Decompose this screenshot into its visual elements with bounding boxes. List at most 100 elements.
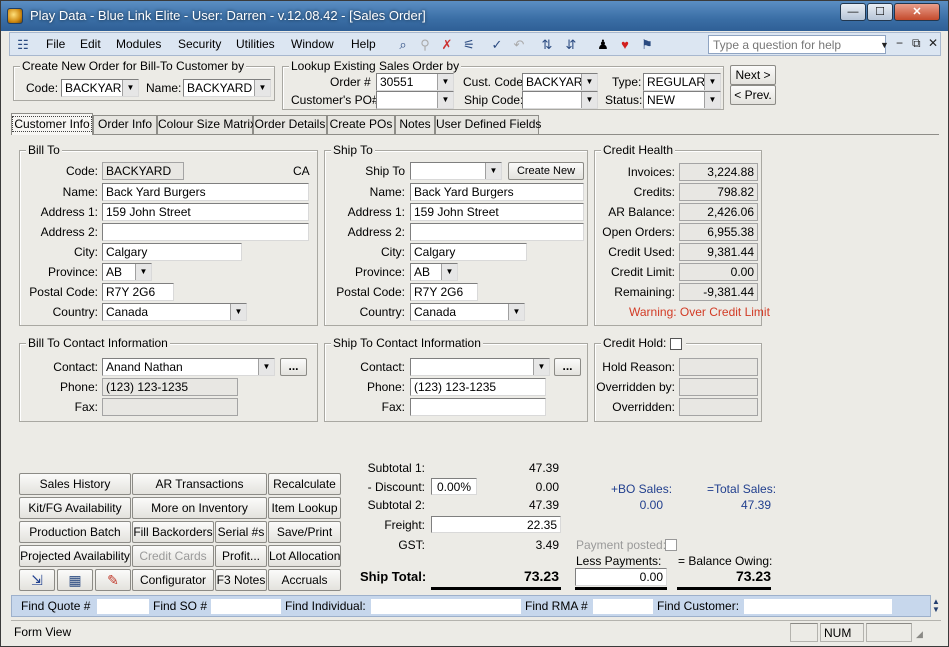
ship-contact-more-button[interactable]: ... xyxy=(554,358,581,376)
sort-filter-icon[interactable]: ⚟ xyxy=(460,36,478,54)
ship-phone-field[interactable]: (123) 123-1235 xyxy=(410,378,546,396)
help-dropdown-icon[interactable]: ▼ xyxy=(880,40,889,50)
create-new-ship-to-button[interactable]: Create New xyxy=(508,162,584,180)
title-bar[interactable]: Play Data - Blue Link Elite - User: Darr… xyxy=(1,1,948,31)
ship-fax-field[interactable] xyxy=(410,398,546,416)
bill-name-field[interactable]: Back Yard Burgers xyxy=(102,183,309,201)
delete-edit-icon[interactable]: ✎ xyxy=(95,569,131,591)
ship-address2-field[interactable] xyxy=(410,223,584,241)
find-customer-input[interactable] xyxy=(743,598,893,615)
credit-cards-button[interactable]: Credit Cards xyxy=(132,545,214,567)
ship-postal-field[interactable]: R7Y 2G6 xyxy=(410,283,478,301)
form-icon[interactable]: ☷ xyxy=(14,36,32,54)
chevron-down-icon[interactable]: ▼ xyxy=(258,359,274,375)
sort-ascending-icon[interactable]: ⇅ xyxy=(538,36,556,54)
menu-help[interactable]: Help xyxy=(351,37,376,51)
order-number-select[interactable]: 30551 ▼ xyxy=(376,73,454,91)
person-icon[interactable]: ♟ xyxy=(594,36,612,54)
ship-to-select[interactable]: ▼ xyxy=(410,162,502,180)
ship-city-field[interactable]: Calgary xyxy=(410,243,527,261)
tab-customer-info[interactable]: Customer Info xyxy=(11,113,93,135)
projected-availability-button[interactable]: Projected Availability xyxy=(19,545,131,567)
find-rma-input[interactable] xyxy=(592,598,654,615)
menu-security[interactable]: Security xyxy=(178,37,221,51)
bill-country-select[interactable]: Canada ▼ xyxy=(102,303,247,321)
kit-fg-availability-button[interactable]: Kit/FG Availability xyxy=(19,497,131,519)
discount-percent-field[interactable]: 0.00% xyxy=(431,478,477,495)
undo-icon[interactable]: ↶ xyxy=(510,36,528,54)
tab-order-details[interactable]: Order Details xyxy=(253,115,327,134)
chevron-down-icon[interactable]: ▼ xyxy=(704,92,720,108)
create-name-select[interactable]: BACKYARD ▼ xyxy=(183,79,271,97)
tab-user-defined-fields[interactable]: User Defined Fields xyxy=(435,115,541,134)
sales-history-button[interactable]: Sales History xyxy=(19,473,131,495)
cust-code-select[interactable]: BACKYARD ▼ xyxy=(522,73,598,91)
chevron-down-icon[interactable]: ▼ xyxy=(122,80,138,96)
ship-code-select[interactable]: ▼ xyxy=(522,91,598,109)
find-quote-input[interactable] xyxy=(96,598,150,615)
ship-province-select[interactable]: AB ▼ xyxy=(410,263,458,281)
production-batch-button[interactable]: Production Batch xyxy=(19,521,131,543)
binoculars-icon[interactable]: ⌕ xyxy=(394,36,412,54)
ship-contact-select[interactable]: ▼ xyxy=(410,358,550,376)
tab-order-info[interactable]: Order Info xyxy=(93,115,157,134)
exit-door-icon[interactable]: ⇲ xyxy=(19,569,55,591)
ship-country-select[interactable]: Canada ▼ xyxy=(410,303,525,321)
recalculate-button[interactable]: Recalculate xyxy=(268,473,341,495)
mdi-restore-button[interactable]: ⧉ xyxy=(912,36,921,51)
chevron-down-icon[interactable]: ▼ xyxy=(485,163,501,179)
new-grid-icon[interactable]: ▦ xyxy=(57,569,93,591)
chevron-down-icon[interactable]: ▼ xyxy=(704,74,720,90)
bill-city-field[interactable]: Calgary xyxy=(102,243,242,261)
chevron-down-icon[interactable]: ▼ xyxy=(254,80,270,96)
freight-field[interactable]: 22.35 xyxy=(431,516,561,533)
ar-transactions-button[interactable]: AR Transactions xyxy=(132,473,267,495)
bill-province-select[interactable]: AB ▼ xyxy=(102,263,152,281)
spellcheck-icon[interactable]: ✓ xyxy=(488,36,506,54)
less-payments-field[interactable]: 0.00 xyxy=(575,568,667,586)
help-search-input[interactable]: Type a question for help xyxy=(708,35,886,54)
ship-address1-field[interactable]: 159 John Street xyxy=(410,203,584,221)
bill-address2-field[interactable] xyxy=(102,223,309,241)
chevron-down-icon[interactable]: ▼ xyxy=(533,359,549,375)
menu-window[interactable]: Window xyxy=(291,37,334,51)
chevron-down-icon[interactable]: ▼ xyxy=(437,92,453,108)
bill-postal-field[interactable]: R7Y 2G6 xyxy=(102,283,174,301)
menu-utilities[interactable]: Utilities xyxy=(236,37,275,51)
tab-create-pos[interactable]: Create POs xyxy=(327,115,395,134)
tab-notes[interactable]: Notes xyxy=(395,115,435,134)
find-individual-input[interactable] xyxy=(370,598,522,615)
menu-file[interactable]: File xyxy=(46,37,65,51)
next-button[interactable]: Next > xyxy=(730,65,776,85)
ship-name-field[interactable]: Back Yard Burgers xyxy=(410,183,584,201)
mdi-minimize-button[interactable]: − xyxy=(896,36,903,50)
tab-colour-size-matrix[interactable]: Colour Size Matrix xyxy=(157,115,256,134)
sort-descending-icon[interactable]: ⇵ xyxy=(562,36,580,54)
filter-icon[interactable]: ⚲ xyxy=(416,36,434,54)
bill-contact-more-button[interactable]: ... xyxy=(280,358,307,376)
chevron-down-icon[interactable]: ▼ xyxy=(230,304,246,320)
bill-contact-select[interactable]: Anand Nathan ▼ xyxy=(102,358,275,376)
prev-button[interactable]: < Prev. xyxy=(730,85,776,105)
mdi-close-button[interactable]: ✕ xyxy=(928,36,938,50)
chevron-down-icon[interactable]: ▼ xyxy=(135,264,151,280)
app-icon[interactable] xyxy=(7,8,23,24)
running-man-icon[interactable]: ⚑ xyxy=(638,36,656,54)
status-select[interactable]: NEW ▼ xyxy=(643,91,721,109)
minimize-button[interactable]: — xyxy=(840,3,866,21)
item-lookup-button[interactable]: Item Lookup xyxy=(268,497,341,519)
fill-backorders-button[interactable]: Fill Backorders xyxy=(132,521,214,543)
profit-button[interactable]: Profit... xyxy=(215,545,267,567)
chevron-down-icon[interactable]: ▼ xyxy=(581,74,597,90)
find-bar-scroll-icon[interactable]: ▲ ▼ xyxy=(932,598,942,614)
save-print-button[interactable]: Save/Print xyxy=(268,521,341,543)
find-so-input[interactable] xyxy=(210,598,282,615)
menu-edit[interactable]: Edit xyxy=(80,37,101,51)
close-button[interactable]: ✕ xyxy=(894,3,940,21)
create-code-select[interactable]: BACKYARD ▼ xyxy=(61,79,139,97)
resize-grip-icon[interactable]: ◢ xyxy=(916,629,923,640)
configurator-button[interactable]: Configurator xyxy=(132,569,214,591)
customer-po-select[interactable]: ▼ xyxy=(376,91,454,109)
lot-allocation-button[interactable]: Lot Allocation xyxy=(268,545,341,567)
chevron-down-icon[interactable]: ▼ xyxy=(508,304,524,320)
